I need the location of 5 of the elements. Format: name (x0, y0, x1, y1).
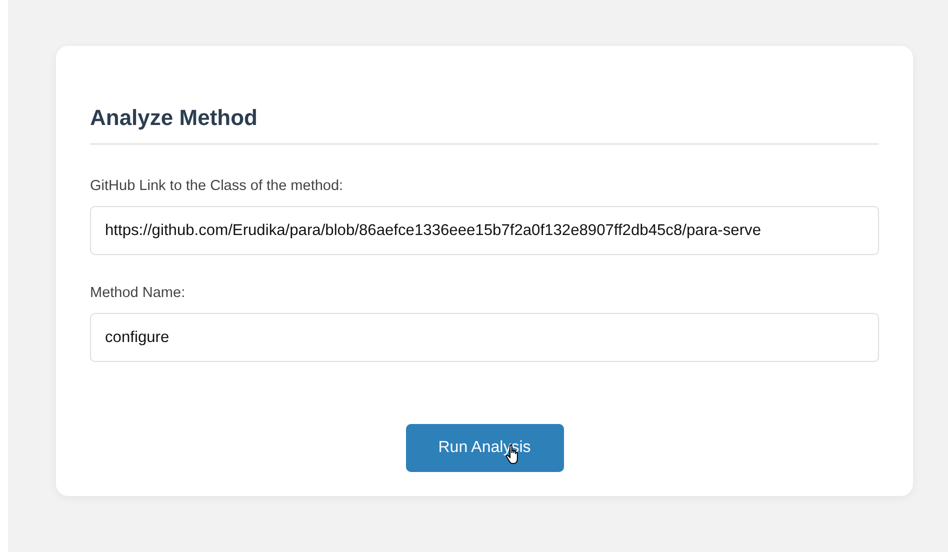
input-field[interactable]: https://github.com/Erudika/para/blob/86aefce1336eee15b7f2a0f132e8907ff2db45c8/para-serve (90, 206, 879, 255)
form-title: Analyze Method (90, 104, 258, 132)
field-label: GitHub Link to the Class of the method: (90, 177, 344, 195)
field-label: Method Name: (90, 284, 186, 302)
input-field[interactable]: configure (90, 313, 879, 362)
